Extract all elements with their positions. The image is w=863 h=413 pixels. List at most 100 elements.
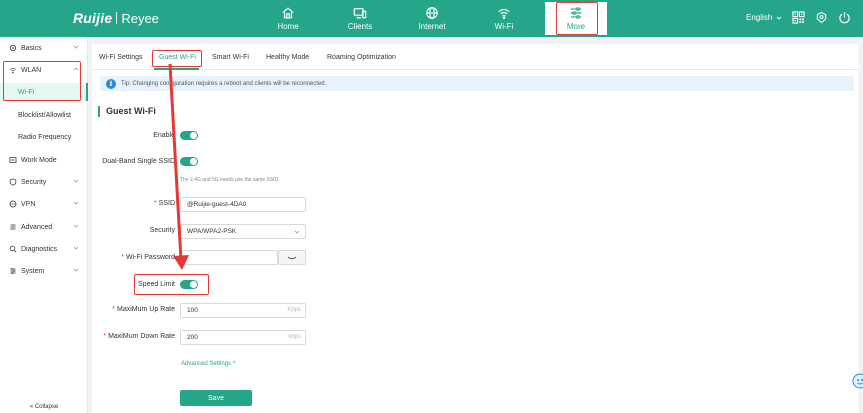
sidebar-item-vpn[interactable]: VPN (0, 194, 88, 214)
tab-wifi-settings[interactable]: Wi-Fi Settings (99, 54, 143, 61)
collapse-label: Collapse (34, 404, 59, 410)
nav-wifi[interactable]: Wi-Fi (473, 0, 535, 37)
up-rate-value: 100 (187, 307, 198, 314)
shield-icon (9, 178, 17, 186)
up-rate-label: * MaxiMum Up Rate (112, 306, 175, 313)
collapse-button[interactable]: « Collapse (0, 404, 88, 410)
sidebar-subitem-radio-frequency[interactable]: Radio Frequency (0, 128, 88, 146)
security-select[interactable]: WPA/WPA2-PSK (180, 224, 306, 239)
section-title: Guest Wi-Fi (98, 106, 156, 117)
sidebar-item-basics[interactable]: Basics (0, 38, 88, 58)
nav-clients-label: Clients (347, 22, 373, 31)
advanced-icon (9, 223, 17, 231)
nav-home-label: Home (277, 22, 299, 31)
down-rate-unit: kbps (288, 334, 301, 340)
sidebar-item-work-mode[interactable]: Work Mode (0, 150, 88, 170)
chevron-down-icon (73, 246, 79, 250)
tab-roaming-optimization[interactable]: Roaming Optimization (327, 54, 396, 61)
save-button[interactable]: Save (180, 390, 252, 406)
up-rate-unit: Kbps (287, 307, 301, 313)
logo-separator (116, 12, 118, 24)
enable-toggle[interactable] (180, 131, 198, 140)
tab-bar: Wi-Fi Settings Guest Wi-Fi Smart Wi-Fi H… (92, 48, 859, 70)
dual-band-hint: The 2.4G and 5G bands use the same SSID. (180, 177, 280, 183)
down-rate-label: * MaxiMum Down Rate (103, 333, 175, 340)
sidebar-item-advanced[interactable]: Advanced (0, 217, 88, 237)
down-rate-value: 200 (187, 334, 198, 341)
work-mode-icon (9, 156, 17, 164)
sidebar-item-label: Security (21, 178, 47, 186)
chevron-up-icon: ^ (232, 361, 236, 367)
sidebar-item-label: System (21, 267, 45, 275)
chevron-down-icon (73, 268, 79, 272)
sidebar-item-label: Work Mode (21, 156, 57, 164)
help-assistant-icon[interactable] (852, 372, 863, 390)
security-value: WPA/WPA2-PSK (187, 228, 237, 235)
highlight-guest-wifi-tab (152, 50, 202, 67)
active-tab-indicator (154, 68, 199, 70)
dual-band-label: Dual-Band Single SSID (102, 158, 175, 165)
diagnostics-icon (9, 245, 17, 253)
chevron-down-icon (73, 45, 79, 49)
chevron-down-icon (294, 230, 300, 234)
nav-clients[interactable]: Clients (329, 0, 391, 37)
collapse-icon: « (29, 404, 34, 410)
chevron-down-icon (73, 224, 79, 228)
tab-smart-wifi[interactable]: Smart Wi-Fi (212, 54, 249, 61)
main-panel: Wi-Fi Settings Guest Wi-Fi Smart Wi-Fi H… (92, 44, 859, 413)
system-icon (9, 267, 17, 275)
nav-internet[interactable]: Internet (401, 0, 463, 37)
chevron-down-icon (777, 16, 782, 20)
ruijie-reyee-logo: Ruijie Reyee (73, 10, 183, 26)
sub-brand-name: Reyee (121, 10, 159, 26)
highlight-wlan (3, 61, 81, 101)
security-label: Security (149, 227, 175, 234)
vpn-icon (9, 200, 17, 208)
top-bar: Ruijie Reyee Home Clients Internet Wi-Fi… (0, 0, 863, 37)
sidebar-item-label: Diagnostics (21, 245, 58, 253)
password-visibility-toggle[interactable] (278, 250, 306, 265)
qr-code-icon[interactable] (792, 11, 805, 24)
highlight-more (556, 2, 598, 35)
home-icon (282, 7, 294, 19)
sidebar-item-security[interactable]: Security (0, 172, 88, 192)
globe-icon (426, 7, 438, 19)
highlight-speed-limit (134, 274, 209, 295)
sidebar-item-label: Advanced (21, 223, 53, 231)
ssid-input[interactable]: @Ruijie-guest-4DA0 (180, 197, 306, 212)
advanced-settings-link[interactable]: Advanced Settings ^ (181, 361, 236, 367)
sidebar-subitem-blocklist-allowlist[interactable]: Blocklist/Allowlist (0, 106, 88, 124)
ssid-label: * SSID (153, 200, 175, 207)
sidebar-subitem-label: Radio Frequency (18, 133, 72, 141)
sidebar-subitem-label: Blocklist/Allowlist (18, 111, 71, 119)
language-select[interactable]: English (746, 13, 782, 22)
chevron-down-icon (73, 179, 79, 183)
ssid-value: @Ruijie-guest-4DA0 (187, 201, 247, 208)
network-device-icon[interactable] (815, 11, 828, 24)
nav-internet-label: Internet (418, 22, 446, 31)
clients-icon (353, 8, 367, 19)
wifi-icon (498, 8, 510, 19)
up-rate-input[interactable]: 100 Kbps (180, 303, 306, 318)
sidebar-item-label: VPN (21, 200, 36, 208)
nav-home[interactable]: Home (257, 0, 319, 37)
nav-wifi-label: Wi-Fi (494, 22, 514, 31)
tip-text: Tip: Changing configuration requires a r… (121, 80, 327, 87)
tip-banner: i Tip: Changing configuration requires a… (100, 76, 854, 91)
sidebar-item-system[interactable]: System (0, 261, 88, 281)
info-icon: i (106, 78, 116, 89)
sidebar-item-diagnostics[interactable]: Diagnostics (0, 239, 88, 259)
dual-band-toggle[interactable] (180, 157, 198, 166)
enable-label: Enable (153, 132, 175, 139)
eye-closed-icon (287, 256, 297, 259)
brand-name: Ruijie (73, 10, 113, 26)
down-rate-input[interactable]: 200 kbps (180, 330, 306, 345)
password-input[interactable] (180, 250, 278, 265)
tab-healthy-mode[interactable]: Healthy Mode (266, 54, 309, 61)
power-icon[interactable] (838, 11, 851, 24)
sidebar-item-label: Basics (21, 44, 42, 52)
chevron-down-icon (73, 201, 79, 205)
language-label: English (746, 13, 773, 22)
password-label: * Wi-Fi Password (121, 254, 175, 261)
gear-icon (9, 44, 17, 52)
